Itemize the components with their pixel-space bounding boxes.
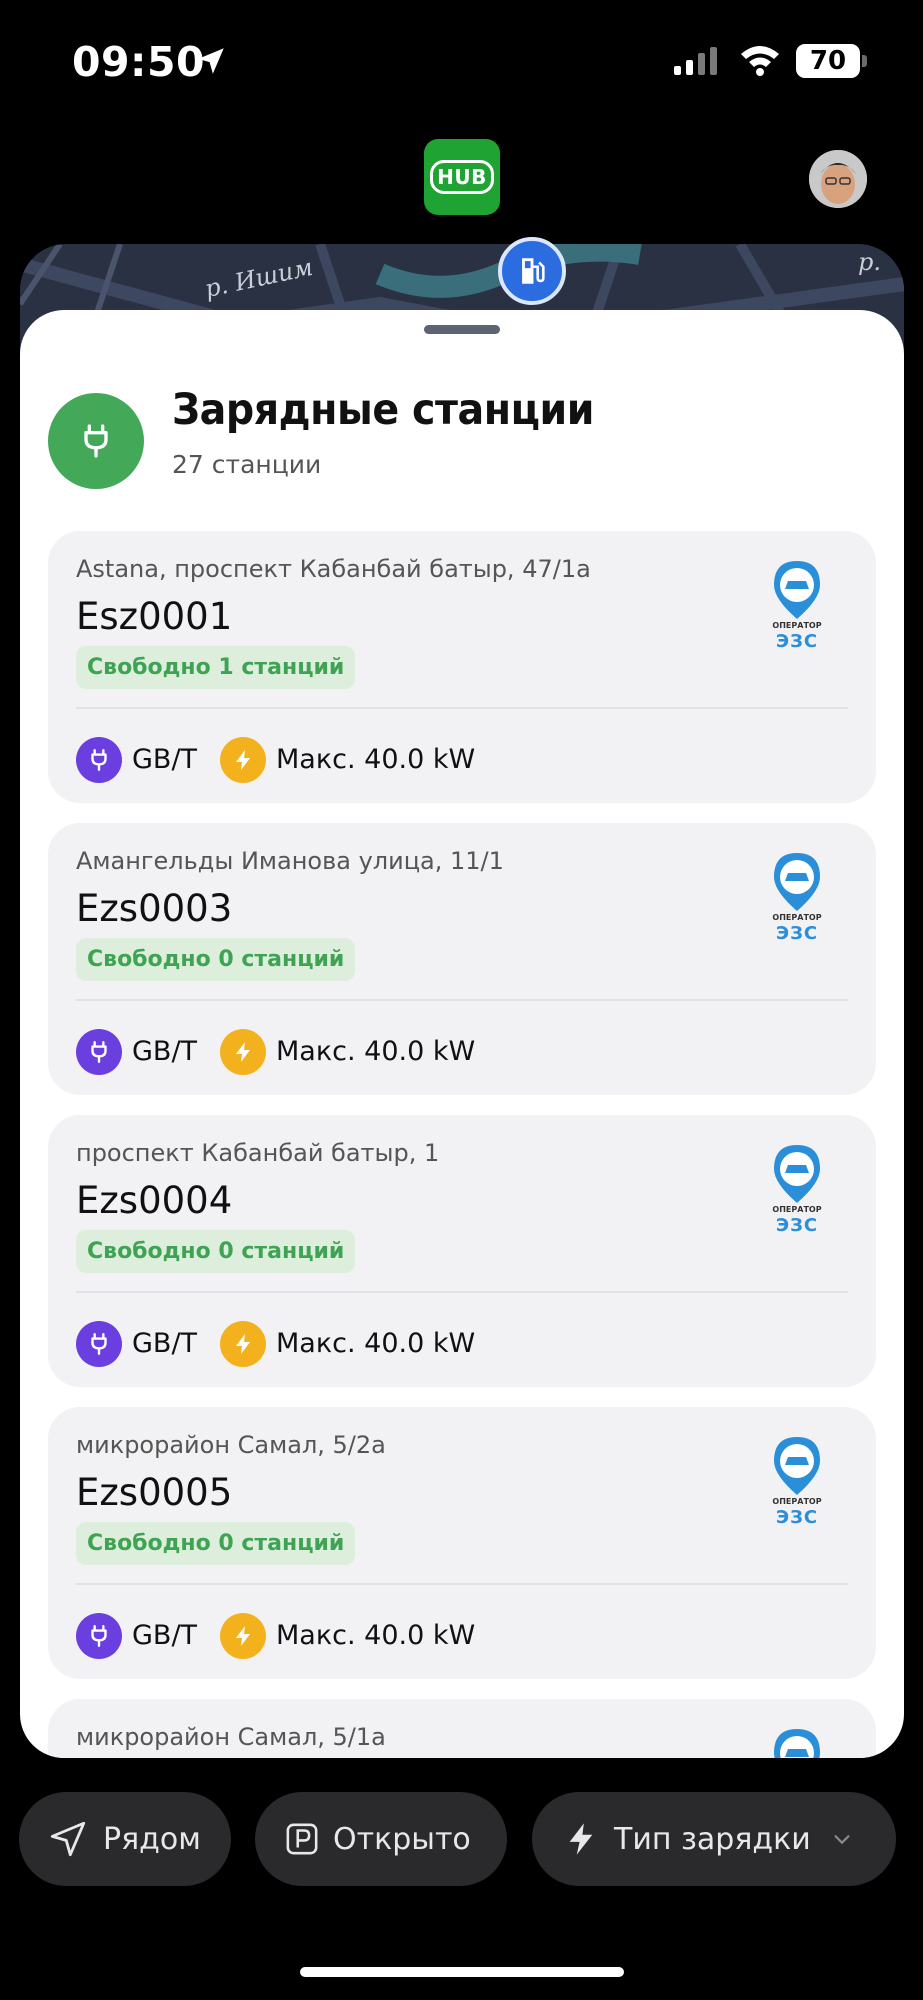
station-address: Амангельды Иманова улица, 11/1 (76, 847, 504, 875)
station-card[interactable]: Амангельды Иманова улица, 11/1 Ezs0003 С… (48, 823, 876, 1095)
availability-badge: Свободно 0 станций (76, 938, 356, 981)
app-logo: HUB (424, 139, 500, 215)
availability-badge: Свободно 1 станций (76, 646, 356, 689)
bolt-icon (236, 1042, 250, 1062)
home-indicator[interactable] (300, 1967, 624, 1977)
connector-type: GB/T (132, 744, 198, 775)
plug-icon (91, 1625, 107, 1647)
card-divider (76, 1291, 848, 1293)
battery-cap (862, 55, 867, 67)
stations-count: 27 станции (172, 450, 322, 479)
max-power: Макс. 40.0 kW (276, 1620, 476, 1651)
connector-icon (76, 1613, 122, 1659)
open-filter-label: Открыто (333, 1821, 471, 1857)
plug-icon (84, 424, 108, 458)
station-address: Astana, проспект Кабанбай батыр, 47/1а (76, 555, 591, 583)
bolt-icon (236, 1334, 250, 1354)
max-power: Макс. 40.0 kW (276, 1036, 476, 1067)
connector-icon (76, 737, 122, 783)
chevron-down-icon (834, 1835, 850, 1845)
operator-logo: ОПЕРАТОР ЭЗС (766, 1435, 828, 1535)
plug-icon (91, 1333, 107, 1355)
operator-logo (766, 1727, 828, 1758)
card-divider (76, 707, 848, 709)
parking-icon (286, 1823, 318, 1855)
fuel-station-icon (522, 258, 545, 284)
max-power: Макс. 40.0 kW (276, 744, 476, 775)
nearby-filter-label: Рядом (103, 1821, 201, 1857)
sheet-title: Зарядные станции (172, 385, 594, 435)
power-icon (220, 1321, 266, 1367)
avatar-photo (809, 150, 867, 208)
operator-pin-icon (774, 1145, 820, 1203)
station-address: микрорайон Самал, 5/1а (76, 1723, 386, 1751)
operator-pin-icon (774, 1437, 820, 1495)
signal-icon (674, 47, 717, 75)
operator-pin-icon (774, 1729, 820, 1758)
operator-pin-icon (774, 561, 820, 619)
station-card[interactable]: Astana, проспект Кабанбай батыр, 47/1а E… (48, 531, 876, 803)
battery-indicator: 70 (796, 44, 860, 78)
connector-type: GB/T (132, 1328, 198, 1359)
stations-sheet: Зарядные станции 27 станции Astana, прос… (20, 310, 904, 1758)
status-time: 09:50 (72, 38, 206, 86)
max-power: Макс. 40.0 kW (276, 1328, 476, 1359)
station-card[interactable]: микрорайон Самал, 5/1а (48, 1699, 876, 1758)
map-station-marker[interactable] (498, 237, 566, 305)
wifi-icon (741, 46, 779, 76)
navigation-icon (50, 1821, 86, 1857)
connector-type: GB/T (132, 1036, 198, 1067)
sheet-plug-badge (48, 393, 144, 489)
station-address: микрорайон Самал, 5/2а (76, 1431, 386, 1459)
power-icon (220, 737, 266, 783)
power-icon (220, 1613, 266, 1659)
operator-name: ЭЗС (775, 631, 819, 652)
station-name: Esz0001 (76, 595, 233, 638)
connector-icon (76, 1321, 122, 1367)
open-filter-button[interactable]: Открыто (255, 1792, 507, 1886)
operator-label: ОПЕРАТОР (772, 621, 822, 630)
operator-name: ЭЗС (775, 1507, 819, 1528)
connector-icon (76, 1029, 122, 1075)
station-name: Ezs0005 (76, 1471, 233, 1514)
operator-logo: ОПЕРАТОР ЭЗС (766, 559, 828, 659)
card-divider (76, 1583, 848, 1585)
avatar[interactable] (809, 150, 867, 208)
map-label-r: р. (858, 248, 881, 276)
charge-type-filter-button[interactable]: Тип зарядки (532, 1792, 896, 1886)
operator-label: ОПЕРАТОР (772, 1205, 822, 1214)
operator-name: ЭЗС (775, 923, 819, 944)
connector-type: GB/T (132, 1620, 198, 1651)
bolt-icon (236, 1626, 250, 1646)
operator-label: ОПЕРАТОР (772, 913, 822, 922)
app-logo-text: HUB (430, 160, 494, 194)
plug-icon (91, 1041, 107, 1063)
status-bar: 09:50 70 (0, 0, 923, 125)
power-icon (220, 1029, 266, 1075)
operator-pin-icon (774, 853, 820, 911)
station-name: Ezs0004 (76, 1179, 233, 1222)
nearby-filter-button[interactable]: Рядом (19, 1792, 231, 1886)
availability-badge: Свободно 0 станций (76, 1522, 356, 1565)
operator-label: ОПЕРАТОР (772, 1497, 822, 1506)
sheet-drag-handle[interactable] (424, 325, 500, 334)
operator-name: ЭЗС (775, 1215, 819, 1236)
operator-logo: ОПЕРАТОР ЭЗС (766, 1143, 828, 1243)
station-address: проспект Кабанбай батыр, 1 (76, 1139, 440, 1167)
location-arrow-icon (198, 48, 224, 74)
station-card[interactable]: проспект Кабанбай батыр, 1 Ezs0004 Свобо… (48, 1115, 876, 1387)
availability-badge: Свободно 0 станций (76, 1230, 356, 1273)
charge-type-filter-label: Тип зарядки (614, 1821, 811, 1857)
bolt-icon (569, 1823, 593, 1855)
operator-logo: ОПЕРАТОР ЭЗС (766, 851, 828, 951)
station-card[interactable]: микрорайон Самал, 5/2а Ezs0005 Свободно … (48, 1407, 876, 1679)
plug-icon (91, 749, 107, 771)
card-divider (76, 999, 848, 1001)
station-name: Ezs0003 (76, 887, 233, 930)
bolt-icon (236, 750, 250, 770)
